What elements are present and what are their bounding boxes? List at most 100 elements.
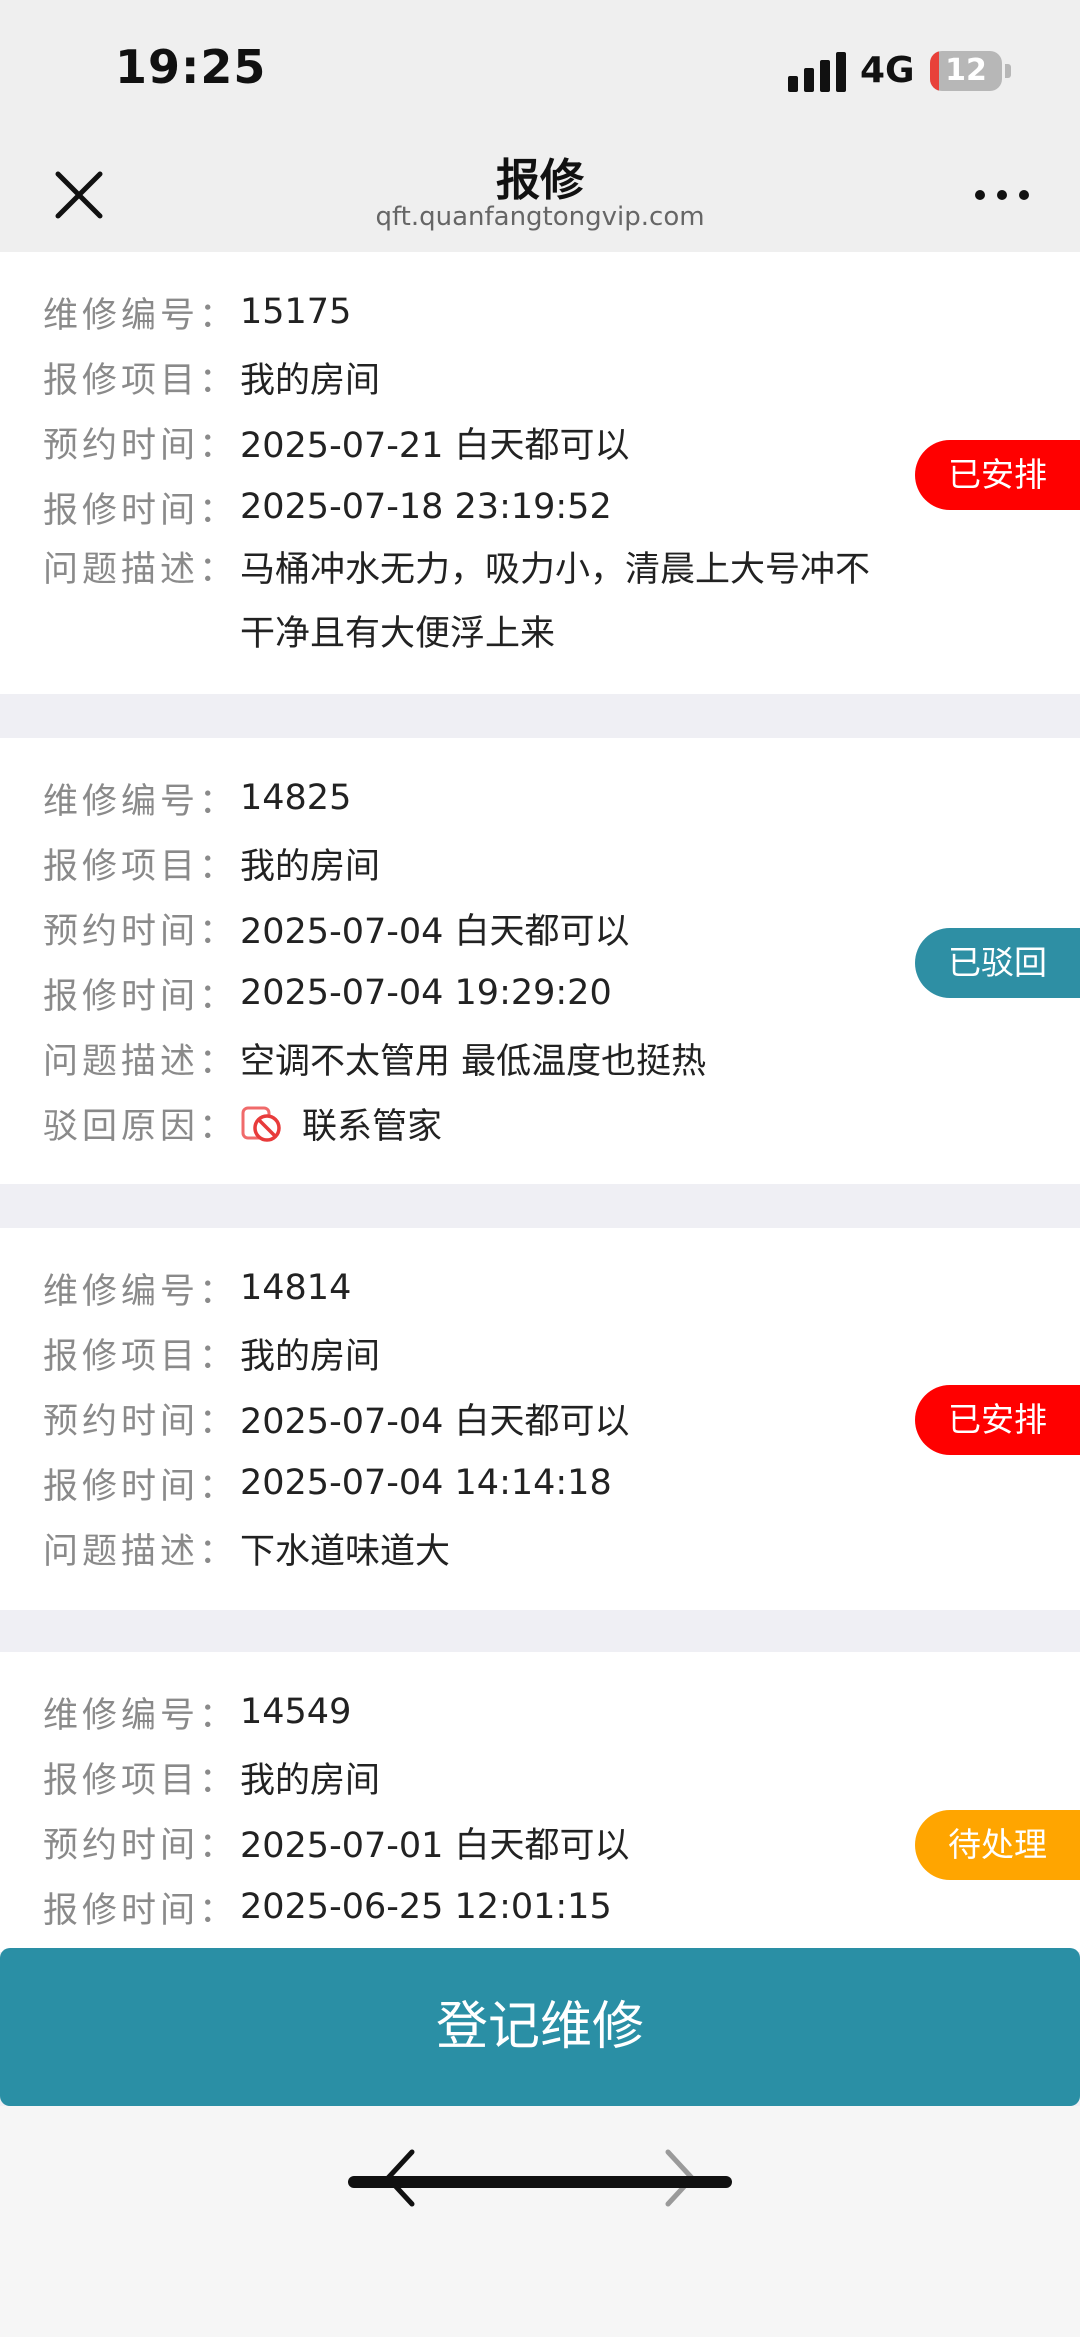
field-label: 报修时间	[43, 490, 195, 531]
repair-no-row: 维修编号： 14549	[43, 1682, 351, 1742]
status-badge: 已安排	[915, 440, 1080, 510]
description-row: 问题描述：马桶冲水无力，吸力小，清晨上大号冲不干净且有大便浮上来	[43, 538, 870, 666]
appointment-value: 2025-07-04 白天都可以	[240, 1401, 630, 1442]
reject-reason-value: 联系管家	[302, 1106, 443, 1147]
page-title: 报修	[496, 155, 584, 206]
repair-no-value: 14549	[240, 1692, 352, 1732]
field-label: 预约时间	[43, 1401, 195, 1442]
field-label: 问题描述	[43, 1041, 195, 1082]
item-row: 报修项目：我的房间	[43, 347, 380, 407]
field-label: 预约时间	[43, 1825, 195, 1866]
field-label: 驳回原因	[43, 1106, 195, 1147]
field-colon: ：	[199, 490, 235, 531]
appointment-value: 2025-07-04 白天都可以	[240, 911, 630, 952]
description-value: 马桶冲水无力，吸力小，清晨上大号冲不干净且有大便浮上来	[240, 550, 871, 654]
field-label: 报修项目	[43, 1336, 195, 1377]
item-row: 报修项目：我的房间	[43, 833, 380, 893]
repair-no-row: 维修编号： 14814	[43, 1258, 351, 1318]
field-colon: ：	[199, 360, 235, 401]
description-row: 问题描述：空调不太管用 最低温度也挺热	[43, 1028, 706, 1088]
repair-card[interactable]: 维修编号： 15175 报修项目：我的房间 预约时间： 2025-07-21 白天都…	[0, 252, 1080, 694]
field-colon: ：	[199, 1041, 235, 1082]
status-bar: 19:25 4G 12	[0, 0, 1080, 140]
item-value: 我的房间	[240, 846, 381, 887]
appointment-value: 2025-07-01 白天都可以	[240, 1825, 630, 1866]
status-time: 19:25	[115, 40, 267, 94]
field-colon: ：	[199, 976, 235, 1017]
repair-card[interactable]: 维修编号： 14549 报修项目：我的房间 预约时间： 2025-07-01 白天都…	[0, 1652, 1080, 1952]
field-label: 问题描述	[43, 550, 195, 590]
appointment-value: 2025-07-21 白天都可以	[240, 425, 630, 466]
field-label: 报修项目	[43, 1760, 195, 1801]
report-time-row: 报修时间： 2025-07-04 19:29:20	[43, 963, 612, 1023]
repair-no-value: 15175	[240, 292, 352, 332]
report-time-row: 报修时间： 2025-07-18 23:19:52	[43, 477, 612, 537]
field-label: 维修编号	[43, 1695, 195, 1736]
field-colon: ：	[199, 550, 235, 590]
description-value: 下水道味道大	[240, 1531, 451, 1572]
item-value: 我的房间	[240, 360, 381, 401]
field-label: 报修项目	[43, 846, 195, 887]
signal-icon	[788, 52, 846, 92]
field-label: 预约时间	[43, 911, 195, 952]
page-url: qft.quanfangtongvip.com	[375, 202, 705, 232]
appointment-row: 预约时间： 2025-07-21 白天都可以	[43, 412, 630, 472]
repair-no-row: 维修编号： 15175	[43, 282, 351, 342]
field-label: 维修编号	[43, 781, 195, 822]
item-row: 报修项目：我的房间	[43, 1747, 380, 1807]
field-colon: ：	[199, 1336, 235, 1377]
item-row: 报修项目：我的房间	[43, 1323, 380, 1383]
status-badge: 已安排	[915, 1385, 1080, 1455]
appointment-row: 预约时间： 2025-07-01 白天都可以	[43, 1812, 630, 1872]
field-colon: ：	[199, 781, 235, 822]
field-colon: ：	[199, 1466, 235, 1507]
status-badge: 已驳回	[915, 928, 1080, 998]
repair-no-value: 14814	[240, 1268, 352, 1308]
field-colon: ：	[199, 425, 235, 466]
report-time-value: 2025-06-25 12:01:15	[240, 1887, 612, 1927]
battery-level: 12	[945, 53, 987, 88]
appointment-row: 预约时间： 2025-07-04 白天都可以	[43, 898, 630, 958]
report-time-row: 报修时间： 2025-07-04 14:14:18	[43, 1453, 612, 1513]
field-colon: ：	[199, 1825, 235, 1866]
home-indicator	[348, 2176, 732, 2188]
nav-header: 报修 qft.quanfangtongvip.com	[0, 140, 1080, 252]
battery-icon: 12	[930, 51, 1002, 91]
status-badge: 待处理	[915, 1810, 1080, 1880]
field-colon: ：	[199, 1401, 235, 1442]
field-colon: ：	[199, 1890, 235, 1931]
bottom-toolbar	[0, 2106, 1080, 2337]
reject-reason-row: 驳回原因： 联系管家	[43, 1093, 442, 1153]
prohibited-icon	[241, 1106, 281, 1142]
field-colon: ：	[199, 1695, 235, 1736]
field-colon: ：	[199, 1531, 235, 1572]
repair-no-row: 维修编号： 14825	[43, 768, 351, 828]
register-repair-button[interactable]: 登记维修	[0, 1948, 1080, 2106]
report-time-value: 2025-07-18 23:19:52	[240, 487, 612, 527]
item-value: 我的房间	[240, 1336, 381, 1377]
field-colon: ：	[199, 1271, 235, 1312]
field-colon: ：	[199, 295, 235, 336]
field-label: 预约时间	[43, 425, 195, 466]
field-label: 维修编号	[43, 295, 195, 336]
repair-no-value: 14825	[240, 778, 352, 818]
field-label: 维修编号	[43, 1271, 195, 1312]
field-label: 报修时间	[43, 1890, 195, 1931]
field-colon: ：	[199, 1106, 235, 1147]
description-row: 问题描述：下水道味道大	[43, 1518, 450, 1578]
report-time-value: 2025-07-04 14:14:18	[240, 1463, 612, 1503]
field-colon: ：	[199, 911, 235, 952]
battery-cap	[1005, 64, 1011, 78]
more-icon[interactable]	[972, 180, 1032, 210]
description-value: 空调不太管用 最低温度也挺热	[240, 1041, 707, 1082]
repair-card[interactable]: 维修编号： 14814 报修项目：我的房间 预约时间： 2025-07-04 白天都…	[0, 1228, 1080, 1610]
repair-card[interactable]: 维修编号： 14825 报修项目：我的房间 预约时间： 2025-07-04 白天都…	[0, 738, 1080, 1184]
field-label: 报修时间	[43, 1466, 195, 1507]
appointment-row: 预约时间： 2025-07-04 白天都可以	[43, 1388, 630, 1448]
report-time-row: 报修时间： 2025-06-25 12:01:15	[43, 1877, 612, 1937]
field-label: 报修时间	[43, 976, 195, 1017]
item-value: 我的房间	[240, 1760, 381, 1801]
field-label: 报修项目	[43, 360, 195, 401]
network-type: 4G	[860, 50, 915, 91]
field-colon: ：	[199, 846, 235, 887]
